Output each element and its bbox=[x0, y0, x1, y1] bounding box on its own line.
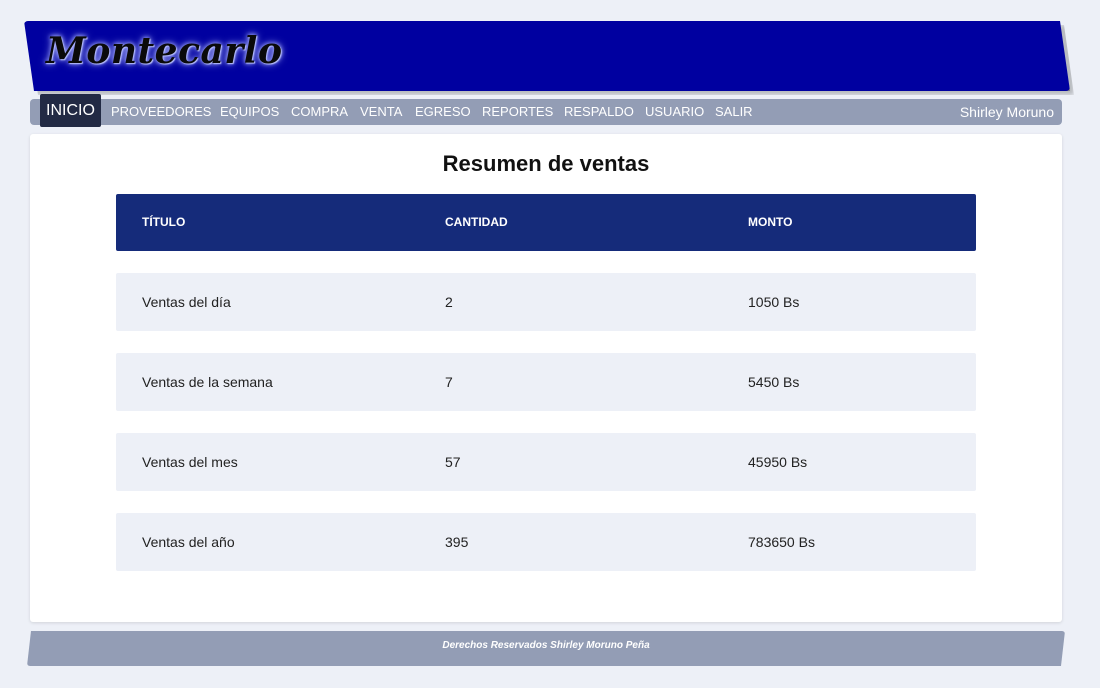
cell-monto: 783650 Bs bbox=[748, 534, 815, 550]
table-header: TÍTULO CANTIDAD MONTO bbox=[116, 194, 976, 251]
nav-item-salir[interactable]: SALIR bbox=[715, 99, 753, 125]
footer-copyright: Derechos Reservados Shirley Moruno Peña bbox=[442, 640, 650, 651]
content-card: Resumen de ventas TÍTULO CANTIDAD MONTO … bbox=[30, 134, 1062, 622]
nav-item-equipos[interactable]: EQUIPOS bbox=[220, 99, 279, 125]
nav-item-reportes[interactable]: REPORTES bbox=[482, 99, 553, 125]
nav-item-respaldo[interactable]: RESPALDO bbox=[564, 99, 634, 125]
cell-cantidad: 395 bbox=[445, 534, 469, 550]
nav-item-proveedores[interactable]: PROVEEDORES bbox=[111, 99, 211, 125]
nav-item-usuario[interactable]: USUARIO bbox=[645, 99, 704, 125]
table-row: Ventas del mes 57 45950 Bs bbox=[116, 433, 976, 491]
table-row: Ventas del día 2 1050 Bs bbox=[116, 273, 976, 331]
cell-cantidad: 7 bbox=[445, 374, 453, 390]
cell-titulo: Ventas del año bbox=[142, 534, 235, 550]
cell-cantidad: 2 bbox=[445, 294, 453, 310]
page-footer: Derechos Reservados Shirley Moruno Peña bbox=[27, 631, 1065, 666]
main-navbar: INICIO PROVEEDORES EQUIPOS COMPRA VENTA … bbox=[30, 94, 1062, 127]
table-row: Ventas de la semana 7 5450 Bs bbox=[116, 353, 976, 411]
nav-item-compra[interactable]: COMPRA bbox=[291, 99, 348, 125]
nav-item-egreso[interactable]: EGRESO bbox=[415, 99, 471, 125]
current-user-name[interactable]: Shirley Moruno bbox=[960, 99, 1054, 125]
cell-titulo: Ventas del día bbox=[142, 294, 231, 310]
column-header-titulo: TÍTULO bbox=[142, 215, 186, 229]
cell-titulo: Ventas de la semana bbox=[142, 374, 273, 390]
app-logo[interactable]: Montecarlo bbox=[46, 30, 282, 72]
nav-item-venta[interactable]: VENTA bbox=[360, 99, 402, 125]
cell-monto: 5450 Bs bbox=[748, 374, 800, 390]
nav-item-inicio[interactable]: INICIO bbox=[40, 94, 101, 127]
table-row: Ventas del año 395 783650 Bs bbox=[116, 513, 976, 571]
column-header-monto: MONTO bbox=[748, 215, 793, 229]
cell-titulo: Ventas del mes bbox=[142, 454, 238, 470]
cell-cantidad: 57 bbox=[445, 454, 461, 470]
cell-monto: 45950 Bs bbox=[748, 454, 808, 470]
page-title: Resumen de ventas bbox=[442, 151, 650, 176]
cell-monto: 1050 Bs bbox=[748, 294, 800, 310]
column-header-cantidad: CANTIDAD bbox=[445, 215, 508, 229]
